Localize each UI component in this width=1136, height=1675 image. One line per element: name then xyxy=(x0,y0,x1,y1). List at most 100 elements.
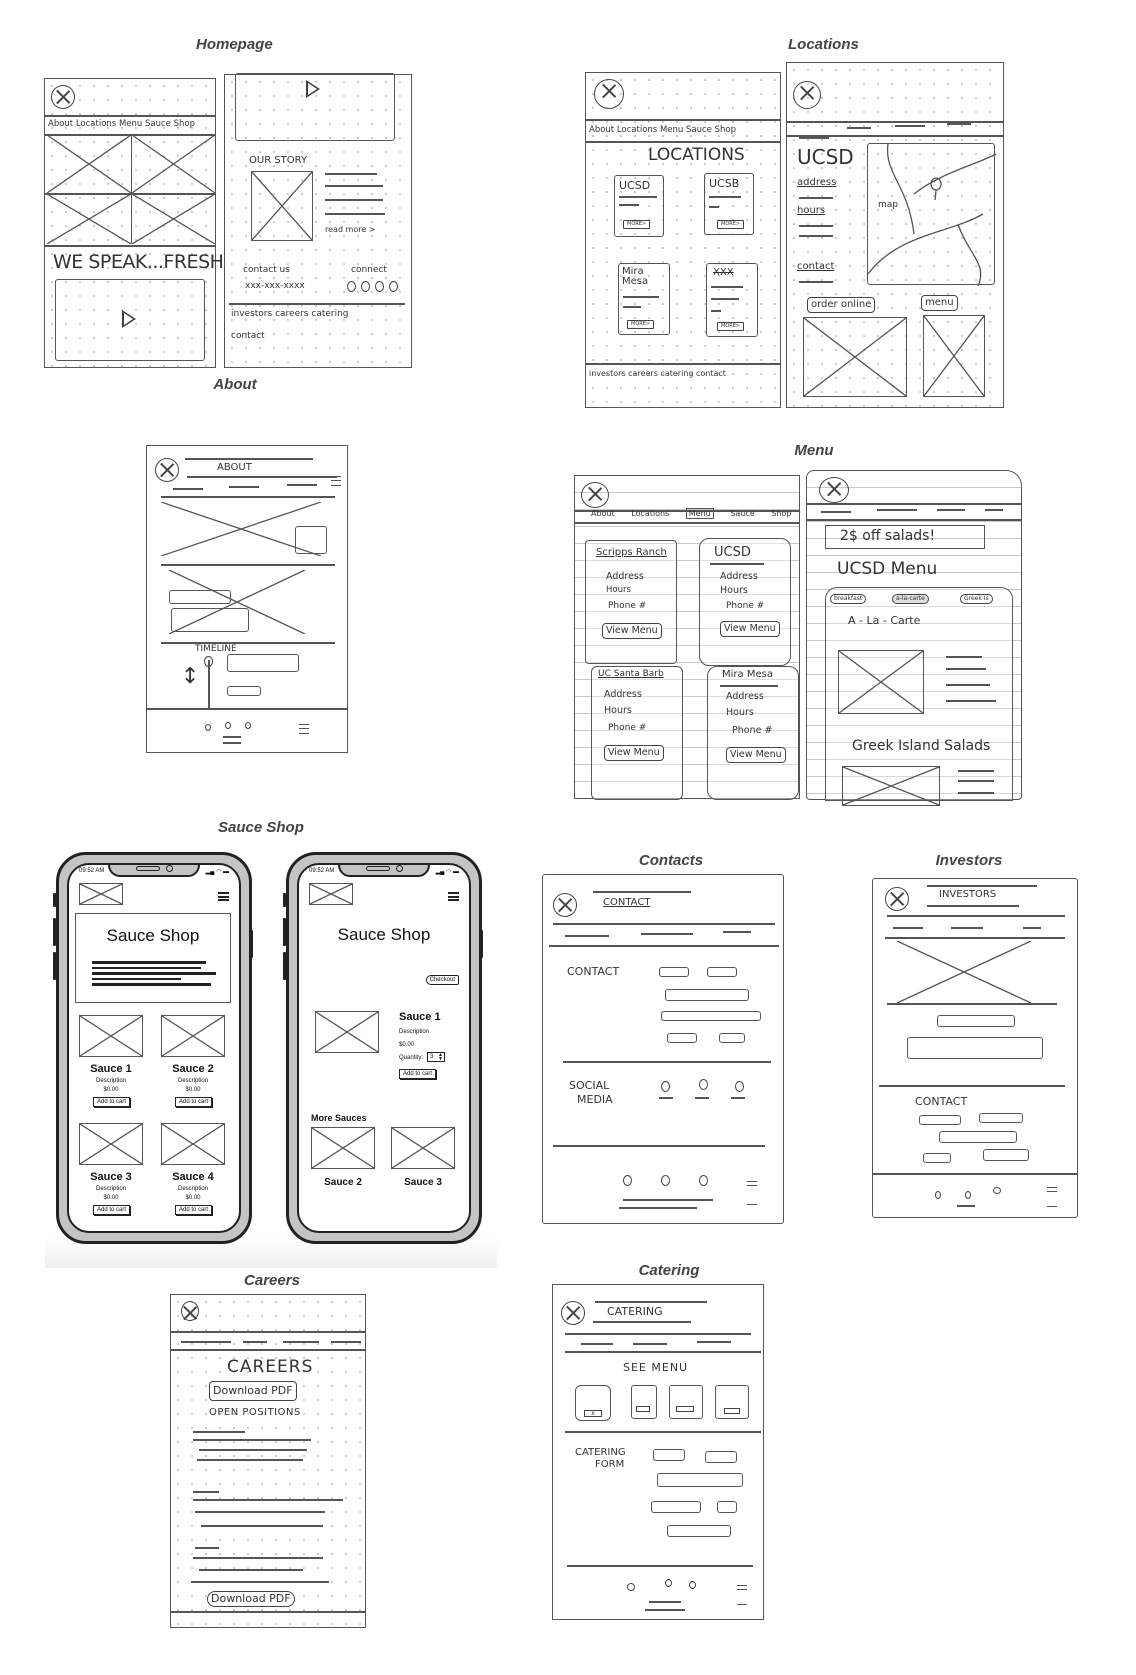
hamburger-menu-icon[interactable] xyxy=(448,892,459,901)
social-icon[interactable] xyxy=(661,1081,670,1092)
menu-icon[interactable] xyxy=(737,1585,747,1605)
related-product-name[interactable]: Sauce 3 xyxy=(391,1177,455,1188)
contact-field[interactable] xyxy=(659,967,689,977)
location-more-button[interactable]: MORE> xyxy=(627,320,655,329)
social-icon[interactable] xyxy=(361,281,370,292)
nav-locations[interactable]: Locations xyxy=(76,119,116,129)
catering-menu-card[interactable] xyxy=(715,1385,749,1419)
location-more-button[interactable]: MORE> xyxy=(717,220,745,229)
location-map[interactable]: map xyxy=(867,143,997,287)
location-more-button[interactable]: MORE> xyxy=(623,220,651,229)
play-icon[interactable] xyxy=(122,310,136,328)
contact-field[interactable] xyxy=(979,1113,1023,1123)
footer-careers[interactable]: careers xyxy=(275,309,308,319)
social-icon[interactable] xyxy=(375,281,384,292)
location-more-button[interactable]: MORE> xyxy=(717,322,745,331)
video-player-top[interactable] xyxy=(235,73,395,141)
footer-catering[interactable]: catering xyxy=(660,369,693,378)
nav-about[interactable]: About xyxy=(48,119,73,129)
menu-icon[interactable] xyxy=(1047,1187,1057,1207)
contact-field[interactable] xyxy=(707,967,737,977)
menu-tab-breakfast[interactable]: breakfast xyxy=(830,594,867,604)
catering-menu-card[interactable] xyxy=(669,1385,703,1419)
promo-banner[interactable]: 2$ off salads! xyxy=(825,525,985,549)
timeline-node[interactable] xyxy=(204,656,213,667)
footer-social-icon[interactable] xyxy=(661,1175,670,1186)
catering-field[interactable] xyxy=(717,1501,737,1513)
footer-social-icon[interactable] xyxy=(965,1191,971,1199)
contact-field[interactable] xyxy=(719,1033,745,1043)
contact-field[interactable] xyxy=(665,989,749,1001)
footer-social-icon[interactable] xyxy=(935,1191,941,1199)
social-icon[interactable] xyxy=(225,722,231,729)
catering-field[interactable] xyxy=(653,1449,685,1461)
catering-field[interactable] xyxy=(657,1473,743,1487)
download-pdf-button-bottom[interactable]: Download PDF xyxy=(207,1591,295,1607)
nav-sauce-shop[interactable]: Sauce Shop xyxy=(686,125,736,135)
footer-catering[interactable]: catering xyxy=(311,309,348,319)
nav-sauce-shop[interactable]: Sauce Shop xyxy=(730,509,791,518)
footer-contact[interactable]: contact xyxy=(231,331,265,341)
contact-field[interactable] xyxy=(923,1153,951,1163)
social-icon[interactable] xyxy=(699,1079,708,1090)
catering-menu-card[interactable]: x xyxy=(575,1385,611,1421)
view-menu-button[interactable]: View Menu xyxy=(720,621,780,637)
stepper-arrows-icon[interactable]: ▲ ▼ xyxy=(438,1053,443,1062)
catering-field[interactable] xyxy=(705,1451,737,1463)
footer-contact[interactable]: contact xyxy=(696,369,726,378)
nav-locations[interactable]: Locations xyxy=(617,125,657,135)
nav-menu[interactable]: Menu xyxy=(119,119,142,129)
footer-social-icon[interactable] xyxy=(627,1583,635,1591)
view-menu-button[interactable]: View Menu xyxy=(726,747,786,763)
nav-menu[interactable]: Menu xyxy=(685,508,714,519)
related-product-name[interactable]: Sauce 2 xyxy=(311,1177,375,1188)
catering-field[interactable] xyxy=(667,1525,731,1537)
footer-social-icon[interactable] xyxy=(993,1187,1001,1194)
contact-field[interactable] xyxy=(661,1011,761,1021)
play-icon[interactable] xyxy=(306,80,320,98)
catering-field[interactable] xyxy=(651,1501,701,1513)
footer-social-icon[interactable] xyxy=(689,1581,696,1589)
download-pdf-button-top[interactable]: Download PDF xyxy=(209,1381,297,1401)
add-to-cart-button[interactable]: Add to cart xyxy=(175,1097,213,1107)
social-icon[interactable] xyxy=(389,281,398,292)
contact-field[interactable] xyxy=(667,1033,697,1043)
nav-about[interactable]: About xyxy=(589,125,614,135)
nav-locations[interactable]: Locations xyxy=(631,509,669,518)
contact-field[interactable] xyxy=(983,1149,1029,1161)
footer-investors[interactable]: investors xyxy=(589,369,626,378)
quantity-stepper[interactable]: 3 ▲ ▼ xyxy=(427,1052,445,1062)
footer-investors[interactable]: investors xyxy=(231,309,272,319)
nav-sauce-shop[interactable]: Sauce Shop xyxy=(145,119,195,129)
catering-menu-card[interactable] xyxy=(631,1385,657,1419)
contact-field[interactable] xyxy=(939,1131,1017,1143)
footer-careers[interactable]: careers xyxy=(628,369,658,378)
social-icon[interactable] xyxy=(245,722,251,729)
add-to-cart-button[interactable]: Add to cart xyxy=(93,1097,131,1107)
add-to-cart-button[interactable]: Add to cart xyxy=(93,1205,131,1215)
social-icon[interactable] xyxy=(205,724,211,731)
footer-social-icon[interactable] xyxy=(699,1175,708,1186)
add-to-cart-button[interactable]: Add to cart xyxy=(175,1205,213,1215)
checkout-button[interactable]: Checkout xyxy=(425,975,459,985)
order-online-button[interactable]: order online xyxy=(807,297,876,313)
video-player[interactable] xyxy=(55,279,205,361)
menu-icon[interactable] xyxy=(747,1181,757,1205)
view-menu-button[interactable]: View Menu xyxy=(602,623,662,639)
footer-social-icon[interactable] xyxy=(665,1579,672,1587)
social-icon[interactable] xyxy=(735,1081,744,1092)
view-menu-button[interactable]: View Menu xyxy=(604,745,664,761)
nav-about[interactable]: About xyxy=(591,509,615,518)
hamburger-menu-icon[interactable] xyxy=(218,892,229,901)
social-icon[interactable] xyxy=(347,281,356,292)
menu-button[interactable]: menu xyxy=(921,295,958,311)
menu-icon[interactable] xyxy=(299,724,309,734)
menu-tab-a-la-carte[interactable]: a-la-carte xyxy=(892,594,929,604)
menu-tab-greek-island[interactable]: Greek Is xyxy=(960,594,993,604)
contact-field[interactable] xyxy=(919,1115,961,1125)
read-more-link[interactable]: read more > xyxy=(325,225,376,234)
add-to-cart-button[interactable]: Add to cart xyxy=(399,1069,437,1079)
menu-icon[interactable] xyxy=(331,476,341,486)
footer-social-icon[interactable] xyxy=(623,1175,632,1186)
nav-menu[interactable]: Menu xyxy=(660,125,683,135)
